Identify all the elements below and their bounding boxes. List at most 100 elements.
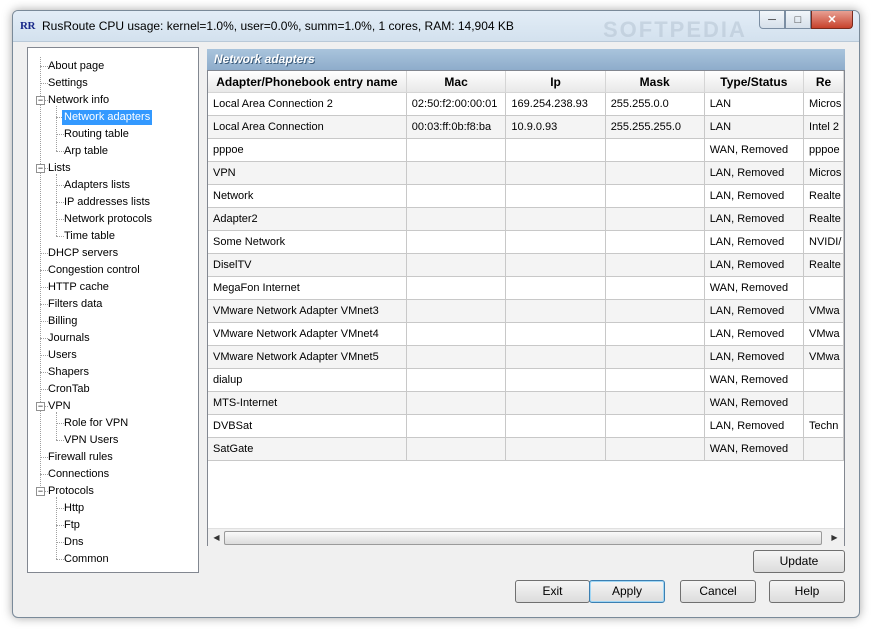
tree-item-crontab[interactable]: CronTab xyxy=(46,382,92,397)
tree-item-shapers[interactable]: Shapers xyxy=(46,365,91,380)
table-cell xyxy=(505,299,606,323)
apply-button[interactable]: Apply xyxy=(589,580,665,603)
table-row[interactable]: MTS-Internet WAN, Removed xyxy=(208,391,844,415)
tree-connector xyxy=(56,497,57,559)
tree-item-http[interactable]: Http xyxy=(62,501,86,516)
tree-item-firewall-rules[interactable]: Firewall rules xyxy=(46,450,115,465)
column-header[interactable]: Re xyxy=(803,71,844,93)
table-cell: LAN, Removed xyxy=(704,207,805,231)
tree-item-http-cache[interactable]: HTTP cache xyxy=(46,280,111,295)
tree-item-role-for-vpn[interactable]: Role for VPN xyxy=(62,416,130,431)
table-row[interactable]: dialup WAN, Removed xyxy=(208,368,844,392)
collapse-icon[interactable]: − xyxy=(36,487,45,496)
title-bar[interactable]: RR RusRoute CPU usage: kernel=1.0%, user… xyxy=(13,11,859,42)
tree-item-filters-data[interactable]: Filters data xyxy=(46,297,104,312)
horizontal-scrollbar[interactable]: ◀ ▶ xyxy=(208,528,844,546)
tree-item-protocols[interactable]: Protocols xyxy=(46,484,96,499)
tree-item-dhcp-servers[interactable]: DHCP servers xyxy=(46,246,120,261)
update-button[interactable]: Update xyxy=(753,550,845,573)
table-row[interactable]: Some Network LAN, Removed NVIDI/ xyxy=(208,230,844,254)
column-header[interactable]: Mask xyxy=(605,71,705,93)
close-button[interactable]: ✕ xyxy=(811,11,853,29)
navigation-tree[interactable]: About page Settings − Network info Network a… xyxy=(27,47,199,573)
table-cell: Adapter2 xyxy=(208,207,407,231)
table-row[interactable]: Network LAN, Removed Realte xyxy=(208,184,844,208)
table-cell: WAN, Removed xyxy=(704,437,805,461)
tree-item-routing-table[interactable]: Routing table xyxy=(62,127,131,142)
scroll-right-icon[interactable]: ▶ xyxy=(827,530,842,545)
table-row[interactable]: Local Area Connection 00:03:ff:0b:f8:ba 10… xyxy=(208,115,844,139)
table-cell: WAN, Removed xyxy=(704,391,805,415)
table-cell xyxy=(505,276,606,300)
tree-item-congestion-control[interactable]: Congestion control xyxy=(46,263,142,278)
column-header[interactable]: Type/Status xyxy=(704,71,805,93)
watermark: SOFTPEDIA xyxy=(603,17,747,42)
scroll-left-icon[interactable]: ◀ xyxy=(209,530,224,545)
table-cell xyxy=(605,437,705,461)
table-row[interactable]: SatGate WAN, Removed xyxy=(208,437,844,461)
table-cell: LAN, Removed xyxy=(704,322,805,346)
table-row[interactable]: VMware Network Adapter VMnet5 LAN, Remove… xyxy=(208,345,844,369)
table-row[interactable]: VMware Network Adapter VMnet3 LAN, Remove… xyxy=(208,299,844,323)
tree-item-ftp[interactable]: Ftp xyxy=(62,518,82,533)
tree-item-settings[interactable]: Settings xyxy=(46,76,90,91)
table-row[interactable]: DVBSat LAN, Removed Techn xyxy=(208,414,844,438)
tree-item-time-table[interactable]: Time table xyxy=(62,229,117,244)
tree-item-vpn-users[interactable]: VPN Users xyxy=(62,433,120,448)
collapse-icon[interactable]: − xyxy=(36,96,45,105)
table-cell: 255.255.255.0 xyxy=(605,115,705,139)
table-cell xyxy=(803,276,844,300)
tree-item-adapters-lists[interactable]: Adapters lists xyxy=(62,178,132,193)
column-header[interactable]: Mac xyxy=(406,71,507,93)
tree-item-network-protocols[interactable]: Network protocols xyxy=(62,212,154,227)
main-window: RR RusRoute CPU usage: kernel=1.0%, user… xyxy=(12,10,860,618)
collapse-icon[interactable]: − xyxy=(36,164,45,173)
tree-item-about-page[interactable]: About page xyxy=(46,59,106,74)
help-button[interactable]: Help xyxy=(769,580,845,603)
tree-item-vpn[interactable]: VPN xyxy=(46,399,73,414)
tree-item-users[interactable]: Users xyxy=(46,348,79,363)
table-cell: VMwa xyxy=(803,345,844,369)
table-cell: WAN, Removed xyxy=(704,368,805,392)
tree-item-common[interactable]: Common xyxy=(62,552,111,567)
scrollbar-thumb[interactable] xyxy=(224,531,822,545)
maximize-button[interactable]: □ xyxy=(785,11,811,29)
tree-item-billing[interactable]: Billing xyxy=(46,314,79,329)
table-cell xyxy=(406,345,507,369)
column-header[interactable]: Adapter/Phonebook entry name xyxy=(208,71,407,93)
exit-button[interactable]: Exit xyxy=(515,580,590,603)
panel-title: Network adapters xyxy=(214,52,315,66)
minimize-button[interactable]: ─ xyxy=(759,11,785,29)
table-row[interactable]: Adapter2 LAN, Removed Realte xyxy=(208,207,844,231)
table-cell xyxy=(605,345,705,369)
table-row[interactable]: Local Area Connection 2 02:50:f2:00:00:01… xyxy=(208,92,844,116)
table-row[interactable]: VPN LAN, Removed Micros xyxy=(208,161,844,185)
table-cell: NVIDI/ xyxy=(803,230,844,254)
table-cell: LAN, Removed xyxy=(704,414,805,438)
tree-item-connections[interactable]: Connections xyxy=(46,467,111,482)
tree-item-ip-addresses-lists[interactable]: IP addresses lists xyxy=(62,195,152,210)
tree-item-arp-table[interactable]: Arp table xyxy=(62,144,110,159)
table-cell xyxy=(505,414,606,438)
collapse-icon[interactable]: − xyxy=(36,402,45,411)
table-cell: LAN, Removed xyxy=(704,161,805,185)
cancel-button[interactable]: Cancel xyxy=(680,580,756,603)
table-cell xyxy=(505,138,606,162)
table-cell xyxy=(406,368,507,392)
tree-item-dns[interactable]: Dns xyxy=(62,535,86,550)
adapters-grid[interactable]: Adapter/Phonebook entry name Mac Ip Mask Typ… xyxy=(207,70,845,546)
tree-item-lists[interactable]: Lists xyxy=(46,161,73,176)
table-cell: VMwa xyxy=(803,299,844,323)
table-row[interactable]: pppoe WAN, Removed pppoe xyxy=(208,138,844,162)
table-row[interactable]: MegaFon Internet WAN, Removed xyxy=(208,276,844,300)
tree-connector xyxy=(40,57,41,490)
column-header[interactable]: Ip xyxy=(505,71,606,93)
table-cell: MegaFon Internet xyxy=(208,276,407,300)
table-cell xyxy=(505,161,606,185)
table-cell xyxy=(605,276,705,300)
tree-item-network-adapters[interactable]: Network adapters xyxy=(62,110,153,125)
table-row[interactable]: VMware Network Adapter VMnet4 LAN, Remove… xyxy=(208,322,844,346)
table-cell xyxy=(605,138,705,162)
table-row[interactable]: DiselTV LAN, Removed Realte xyxy=(208,253,844,277)
tree-item-journals[interactable]: Journals xyxy=(46,331,92,346)
